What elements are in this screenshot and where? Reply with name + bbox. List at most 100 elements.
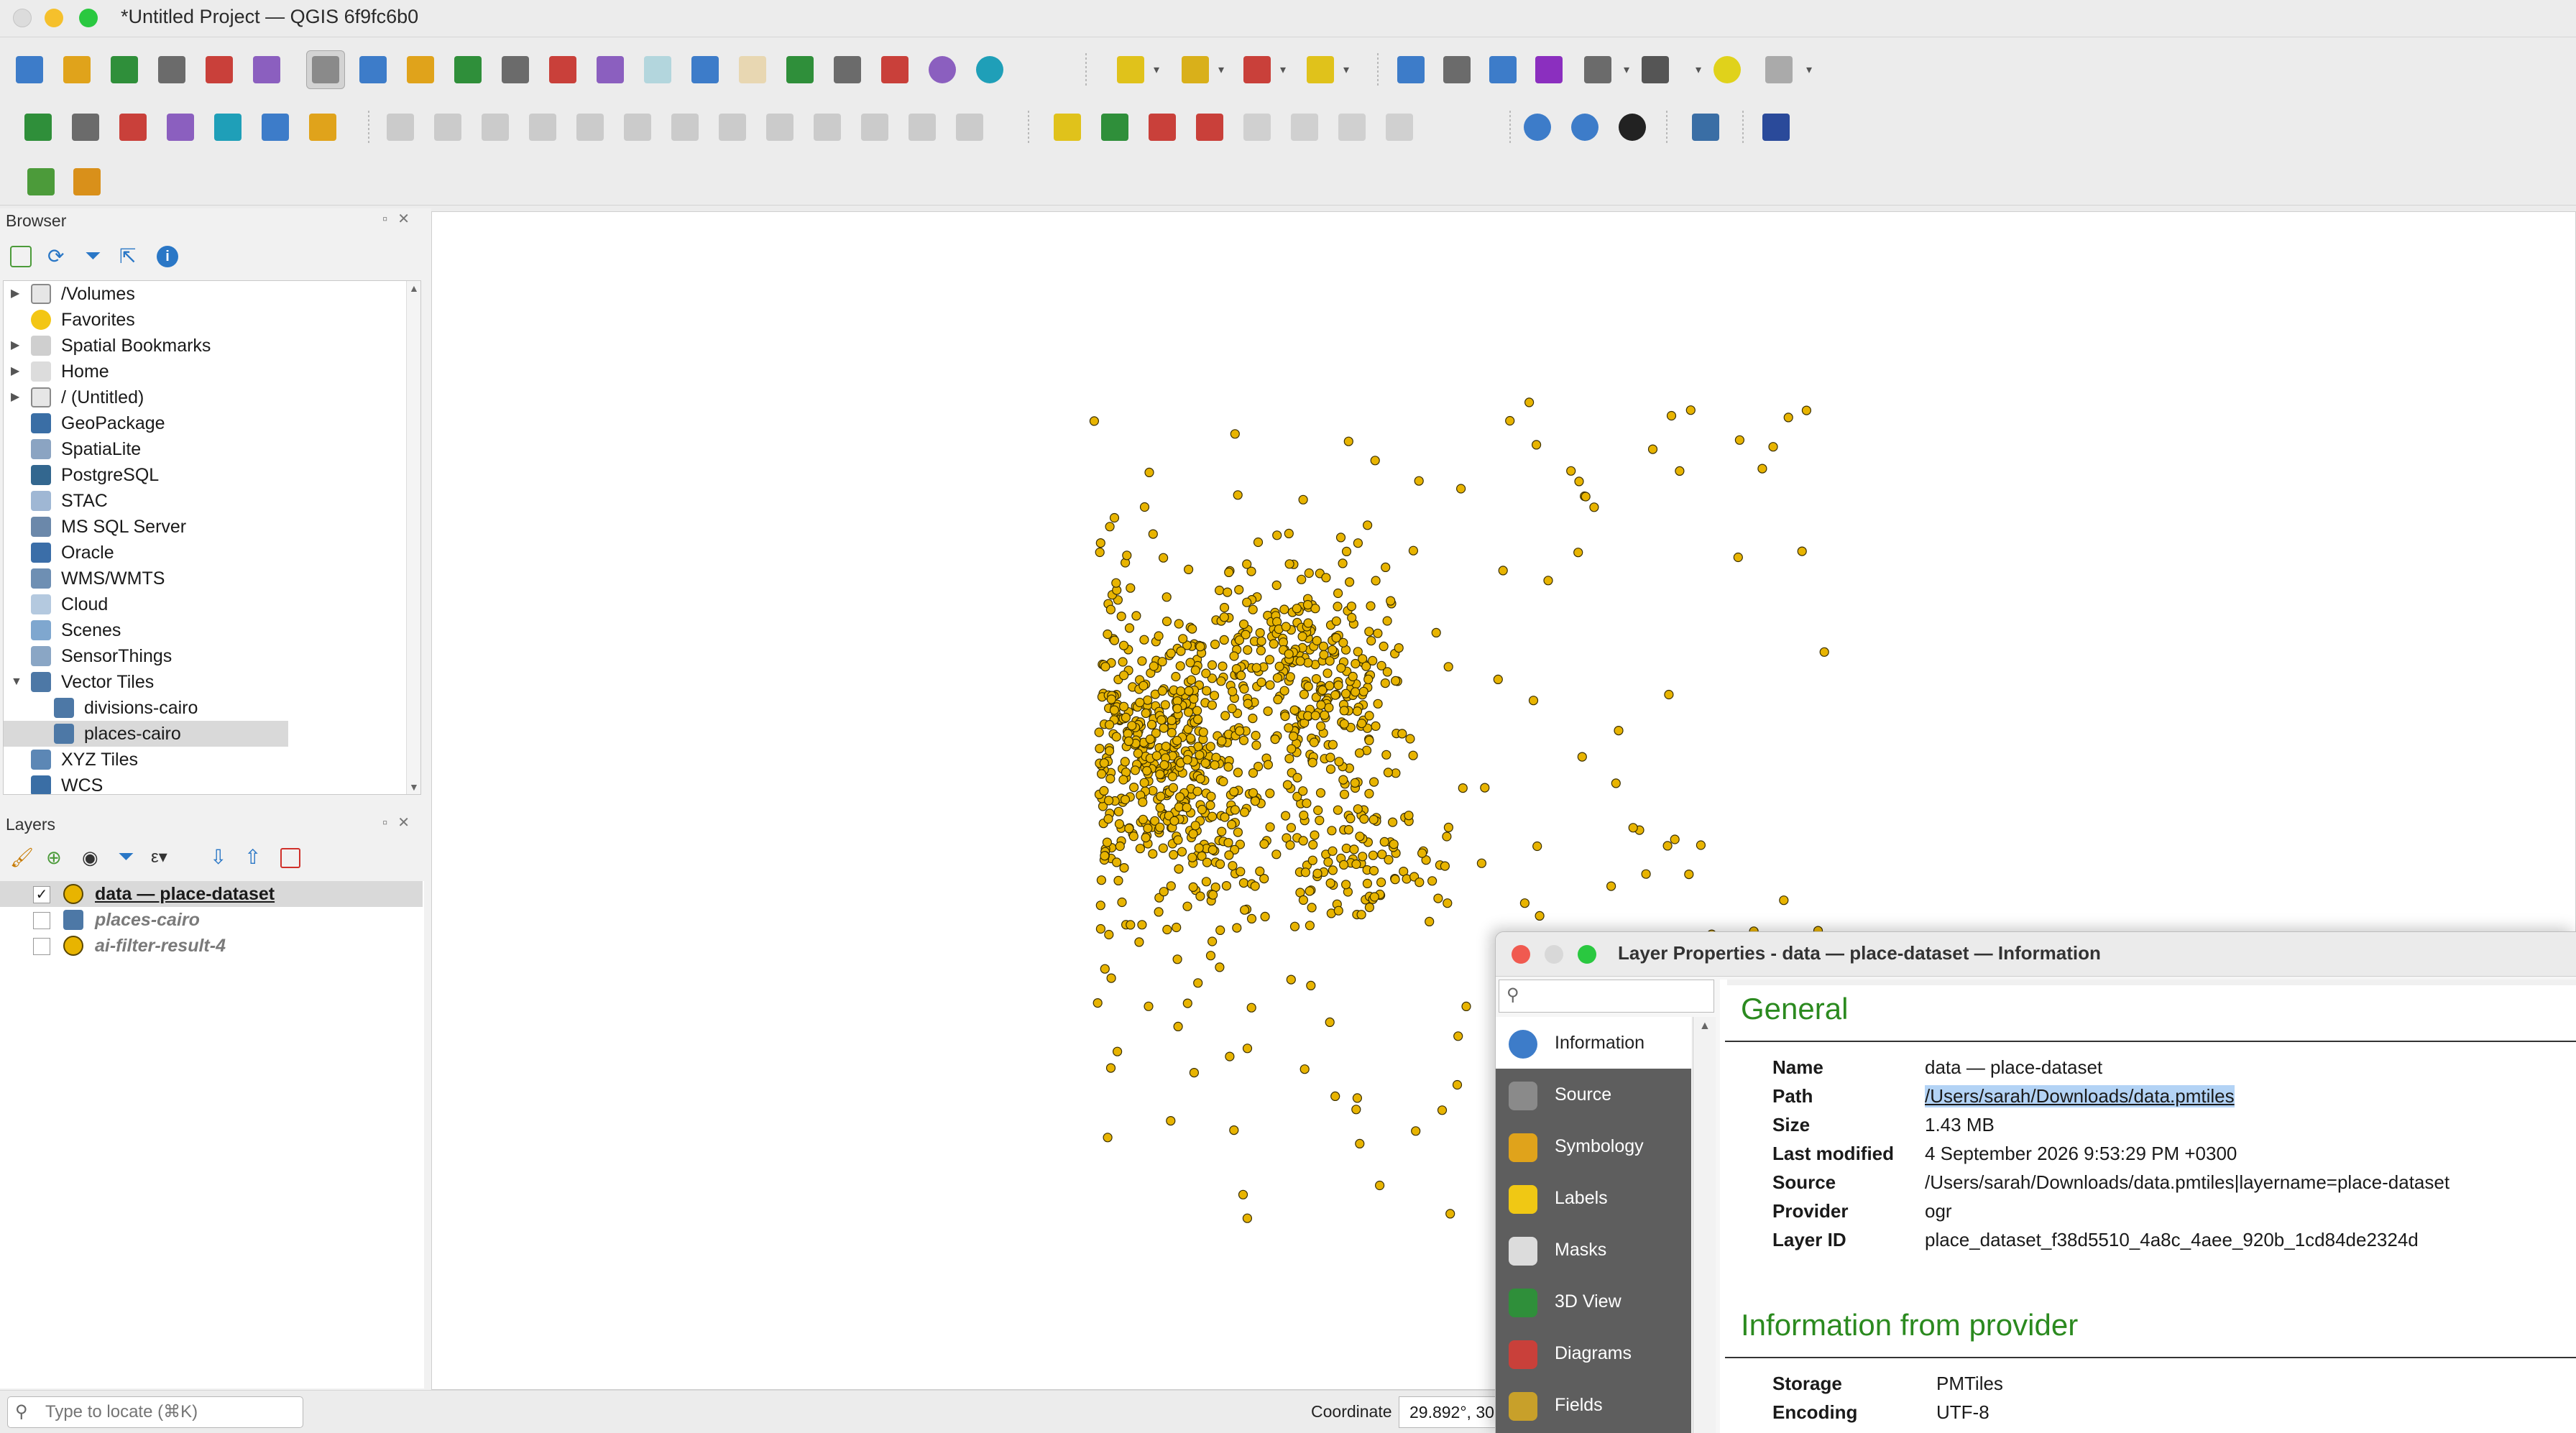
style-manager-icon[interactable]: 🖌	[10, 847, 34, 869]
statistics-button[interactable]	[1530, 50, 1568, 89]
python-console-button[interactable]	[1686, 108, 1725, 147]
change-label-button[interactable]	[1380, 108, 1419, 147]
new-virtual-layer-button[interactable]	[208, 108, 247, 147]
deselect-dropdown-icon[interactable]: ▾	[1278, 50, 1288, 89]
layer-item[interactable]: ai-filter-result-4	[0, 933, 423, 959]
select-features-button[interactable]	[1111, 50, 1150, 89]
browser-item[interactable]: Scenes	[4, 617, 420, 643]
select-by-value-dropdown-icon[interactable]: ▾	[1216, 50, 1226, 89]
show-spatial-bookmarks-button[interactable]	[875, 50, 914, 89]
identify-button[interactable]	[1392, 50, 1430, 89]
save-project-button[interactable]	[105, 50, 144, 89]
pan-to-selection-button[interactable]	[354, 50, 392, 89]
nav-item-symbology[interactable]: Symbology	[1496, 1120, 1691, 1172]
paste-features-button[interactable]	[855, 108, 894, 147]
browser-item[interactable]: STAC	[4, 488, 420, 514]
nav-item-3d-view[interactable]: 3D View	[1496, 1276, 1691, 1327]
browser-scrollbar[interactable]: ▲ ▼	[406, 281, 420, 794]
zoom-to-layer-button[interactable]	[591, 50, 630, 89]
layout-manager-button[interactable]	[200, 50, 239, 89]
browser-item[interactable]: Favorites	[4, 307, 420, 333]
dialog-zoom-button[interactable]	[1578, 945, 1596, 964]
browser-item[interactable]: PostgreSQL	[4, 462, 420, 488]
browser-item[interactable]: ▼ Vector Tiles	[4, 669, 420, 695]
close-window-button[interactable]	[13, 9, 32, 27]
layer-visibility-checkbox[interactable]	[33, 912, 50, 929]
browser-item[interactable]: GeoPackage	[4, 410, 420, 436]
collapse-all-layers-icon[interactable]: ⇧	[244, 845, 261, 869]
locator-settings-button[interactable]	[1760, 50, 1798, 89]
processing-toolbox-button[interactable]	[1484, 50, 1522, 89]
undo-button[interactable]	[903, 108, 942, 147]
browser-item[interactable]: XYZ Tiles	[4, 747, 420, 773]
nav-item-fields[interactable]: Fields	[1496, 1379, 1691, 1431]
open-table-dropdown-icon[interactable]: ▾	[1622, 50, 1632, 89]
label-tool-button[interactable]	[1048, 108, 1087, 147]
measure-dropdown-icon[interactable]: ▾	[1693, 50, 1703, 89]
temporal-controller-button[interactable]	[923, 50, 962, 89]
zoom-native-button[interactable]	[638, 50, 677, 89]
diagram-tool-button[interactable]	[1095, 108, 1134, 147]
minimize-window-button[interactable]	[45, 9, 63, 27]
select-location-dropdown-icon[interactable]: ▾	[1341, 50, 1351, 89]
browser-item[interactable]: WMS/WMTS	[4, 566, 420, 591]
layer-item[interactable]: ✓ data — place-dataset	[0, 881, 423, 907]
chevron-right-icon[interactable]: ▶	[11, 281, 19, 307]
browser-item[interactable]: WCS	[4, 773, 420, 794]
expand-all-icon[interactable]: ⇩	[210, 845, 226, 869]
new-bookmark-button[interactable]	[781, 50, 819, 89]
layer-item[interactable]: places-cairo	[0, 907, 423, 933]
nav-scrollbar[interactable]: ▲	[1693, 1017, 1716, 1433]
new-geopackage-layer-button[interactable]	[66, 108, 105, 147]
browser-item[interactable]: ▶ / (Untitled)	[4, 384, 420, 410]
osm-download-button[interactable]	[1613, 108, 1652, 147]
browser-item[interactable]: MS SQL Server	[4, 514, 420, 540]
highlight-labels-button[interactable]	[1190, 108, 1229, 147]
toggle-editing-button[interactable]	[428, 108, 467, 147]
new-vector-tile-layer-button[interactable]	[303, 108, 342, 147]
new-shapefile-layer-button[interactable]	[114, 108, 152, 147]
zoom-to-selection-button[interactable]	[543, 50, 582, 89]
show-bookmarks-button[interactable]	[828, 50, 867, 89]
zoom-out-button[interactable]	[448, 50, 487, 89]
deselect-button[interactable]	[1238, 50, 1276, 89]
chevron-down-icon[interactable]: ▼	[11, 669, 22, 695]
browser-item[interactable]: ▶ Home	[4, 359, 420, 384]
browser-item[interactable]: divisions-cairo	[4, 695, 420, 721]
add-feature-button[interactable]	[618, 108, 657, 147]
pin-labels-button[interactable]	[1143, 108, 1182, 147]
delete-selected-button[interactable]	[713, 108, 752, 147]
chevron-right-icon[interactable]: ▶	[11, 359, 19, 384]
scroll-up-icon[interactable]: ▲	[409, 282, 419, 294]
nav-item-diagrams[interactable]: Diagrams	[1496, 1327, 1691, 1379]
dialog-search-field[interactable]: ⚲	[1499, 980, 1714, 1013]
new-temporary-layer-button[interactable]	[161, 108, 200, 147]
locator-bar[interactable]: ⚲	[7, 1396, 303, 1428]
select-location-button[interactable]	[1301, 50, 1340, 89]
style-manager-button[interactable]	[247, 50, 286, 89]
new-project-button[interactable]	[10, 50, 49, 89]
zoom-next-button[interactable]	[733, 50, 772, 89]
filter-expression-icon[interactable]: ε▾	[151, 847, 167, 867]
zoom-full-button[interactable]	[496, 50, 535, 89]
filter-legend-icon[interactable]: ⏷	[118, 845, 134, 869]
select-features-dropdown-icon[interactable]: ▾	[1151, 50, 1162, 89]
nav-item-labels[interactable]: Labels	[1496, 1172, 1691, 1224]
browser-item[interactable]: SpatiaLite	[4, 436, 420, 462]
attribute-table-button[interactable]	[1438, 50, 1476, 89]
locator-settings-dropdown-icon[interactable]: ▾	[1804, 50, 1814, 89]
collapse-all-icon[interactable]: ⇱	[119, 244, 136, 268]
visibility-icon[interactable]: ◉	[82, 847, 98, 869]
chevron-right-icon[interactable]: ▶	[11, 384, 19, 410]
modify-attributes-button[interactable]	[666, 108, 704, 147]
redo-button[interactable]	[950, 108, 989, 147]
open-table-button[interactable]	[1578, 50, 1617, 89]
rotate-label-button[interactable]	[1333, 108, 1371, 147]
save-layer-edits-button[interactable]	[476, 108, 515, 147]
layer-visibility-checkbox[interactable]	[33, 938, 50, 955]
vertex-tool-button[interactable]	[571, 108, 610, 147]
show-hide-labels-button[interactable]	[1238, 108, 1276, 147]
data-source-manager-button[interactable]	[19, 108, 58, 147]
refresh-icon[interactable]: ⟳	[47, 244, 64, 268]
pan-map-button[interactable]	[306, 50, 345, 89]
